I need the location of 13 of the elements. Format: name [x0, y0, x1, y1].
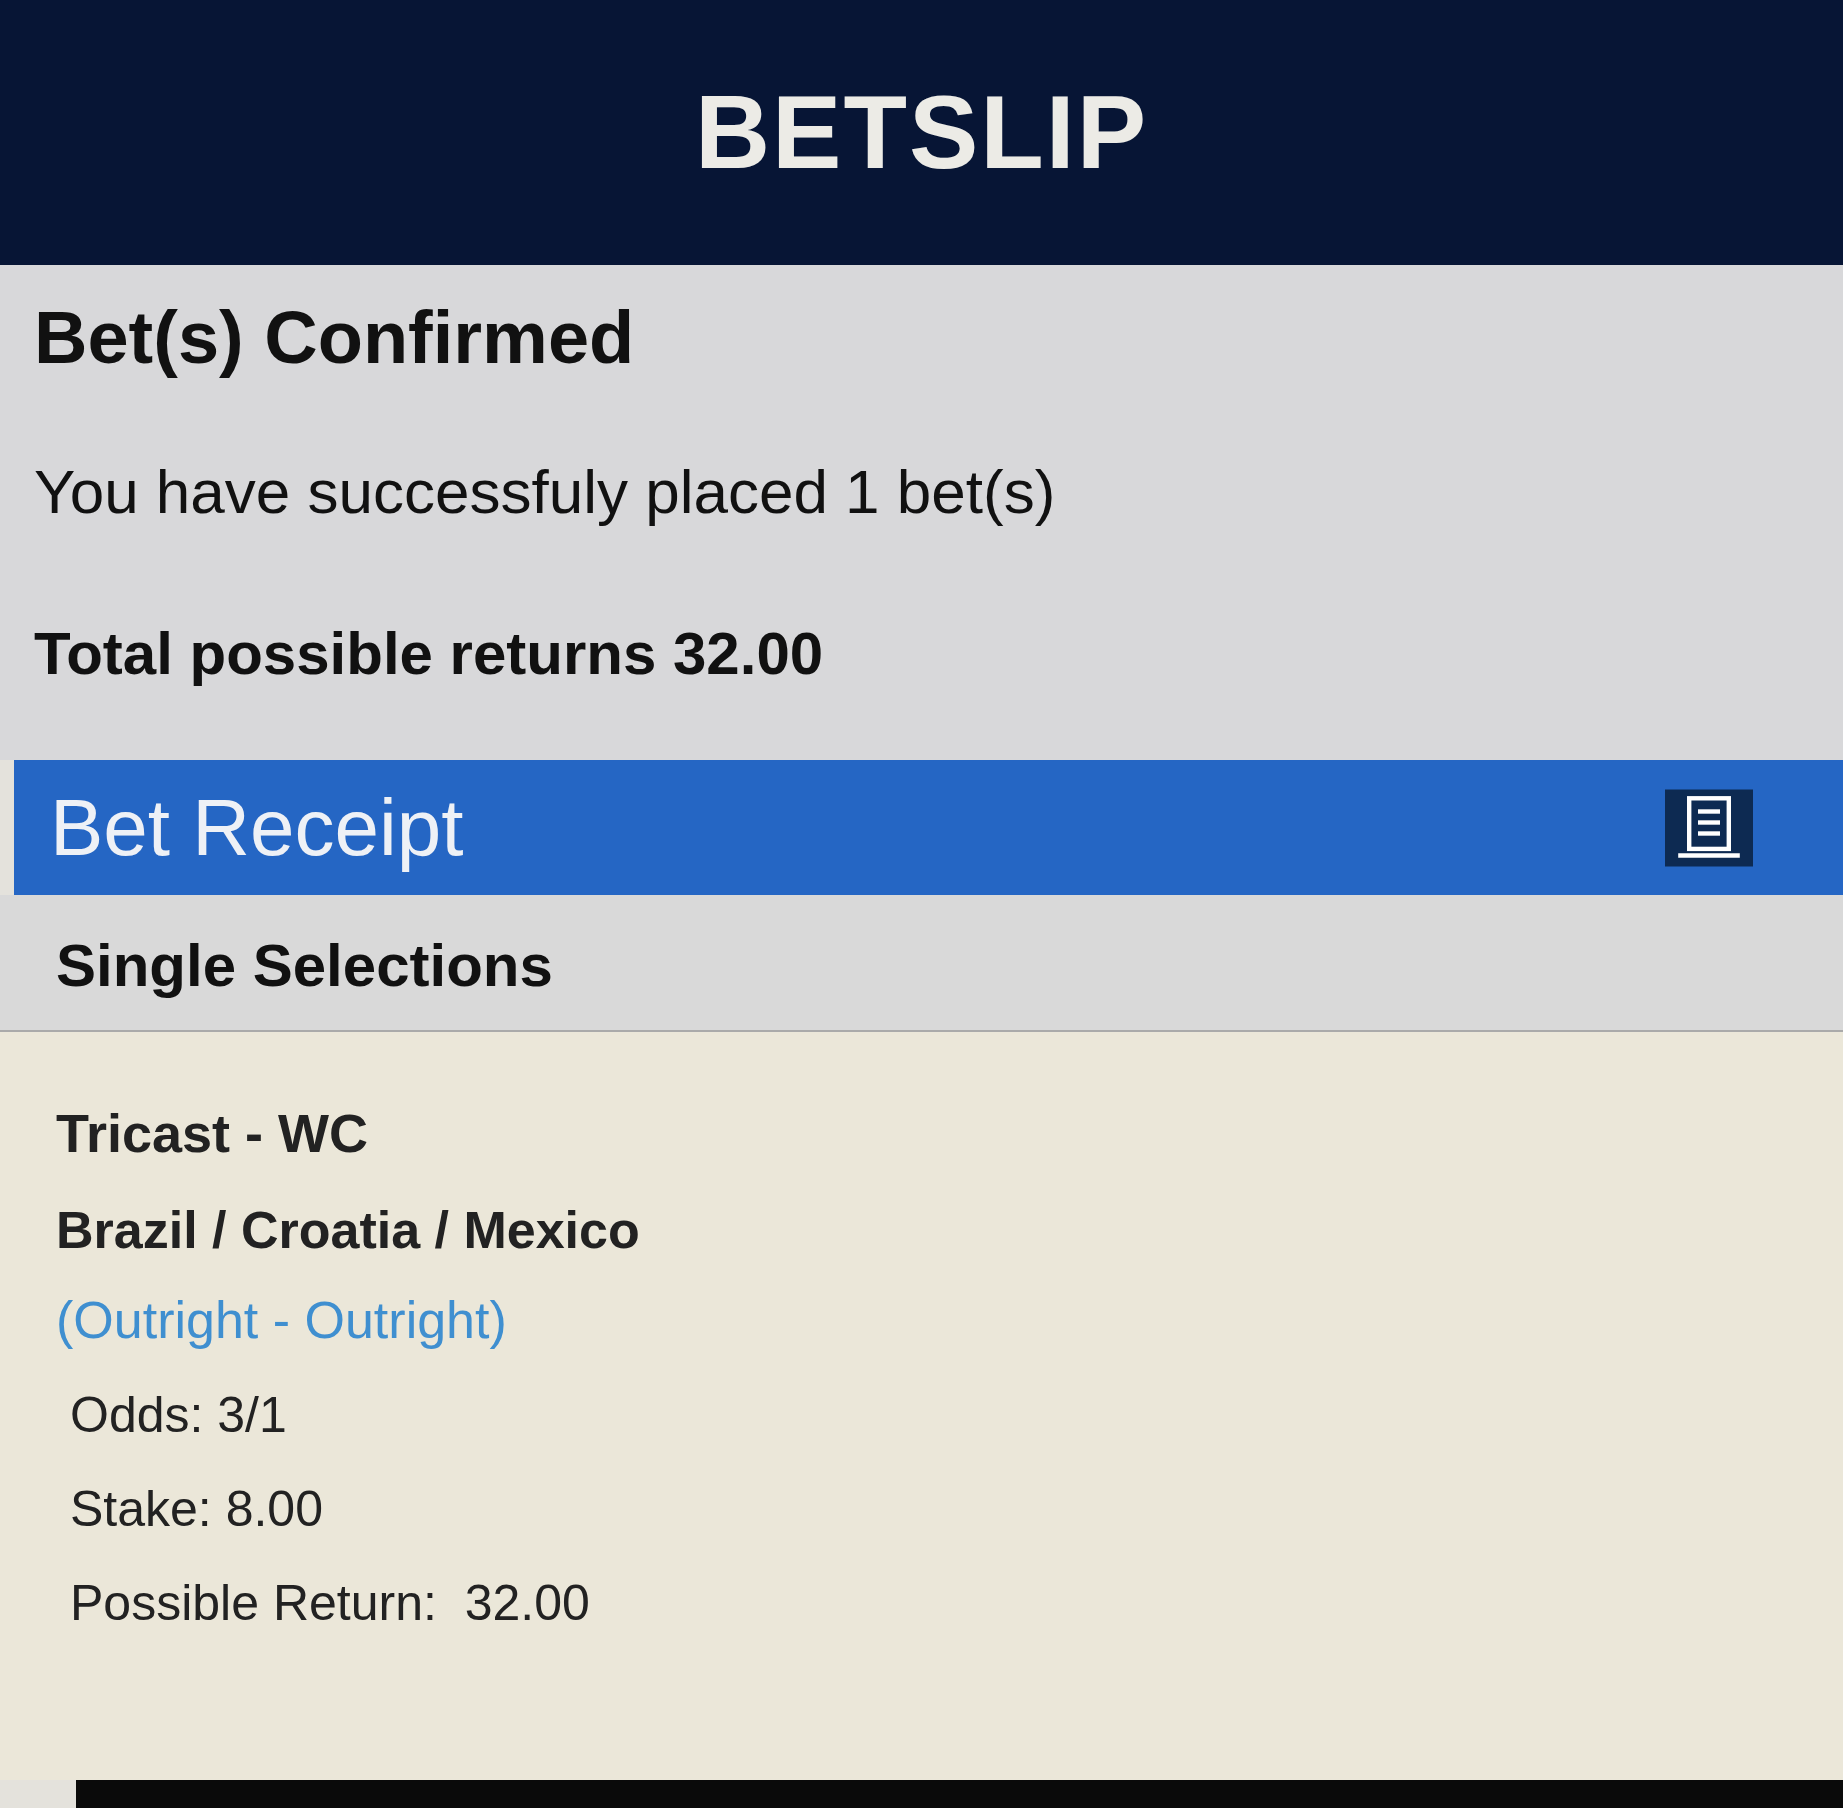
receipt-title: Bet Receipt: [50, 781, 464, 874]
stake-text: Stake: 8.00: [69, 1480, 324, 1538]
document-icon[interactable]: [1665, 787, 1753, 868]
confirmed-heading: Bet(s) Confirmed: [34, 295, 636, 380]
possible-return-text: Possible Return: 32.00: [69, 1574, 591, 1632]
bet-selection: Brazil / Croatia / Mexico: [56, 1200, 641, 1260]
total-returns: Total possible returns 32.00: [34, 619, 825, 688]
section-heading: Single Selections: [0, 895, 1843, 1032]
betslip-title: BETSLIP: [694, 73, 1149, 192]
success-message: You have successfuly placed 1 bet(s): [34, 456, 1057, 527]
event-link[interactable]: (Outright - Outright): [56, 1290, 1787, 1350]
bet-market: Tricast - WC: [56, 1102, 370, 1164]
odds-text: Odds: 3/1: [69, 1386, 288, 1444]
